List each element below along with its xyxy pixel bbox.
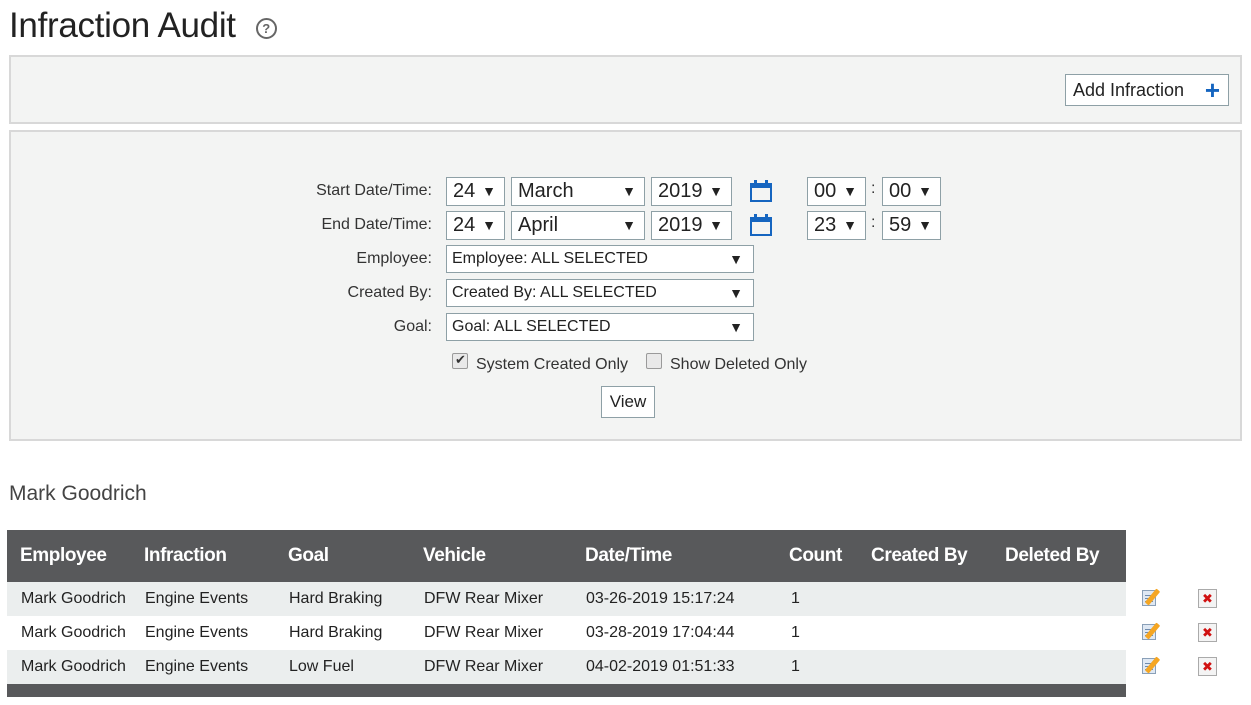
chevron-down-icon: ▼ <box>709 183 723 199</box>
cell-employee: Mark Goodrich <box>21 658 126 675</box>
employee-label: Employee: <box>356 250 432 267</box>
start-minute-value: 00 <box>889 180 912 202</box>
chevron-down-icon: ▼ <box>729 285 743 301</box>
time-separator: : <box>871 214 876 231</box>
cell-employee: Mark Goodrich <box>21 590 126 607</box>
goal-value: Goal: ALL SELECTED <box>452 318 611 335</box>
column-header[interactable]: Infraction <box>144 545 227 567</box>
created-by-value: Created By: ALL SELECTED <box>452 284 657 301</box>
cell-count: 1 <box>791 590 800 607</box>
goal-select[interactable]: Goal: ALL SELECTED ▼ <box>446 313 754 341</box>
cell-infraction: Engine Events <box>145 624 249 641</box>
end-calendar-icon[interactable] <box>750 214 772 236</box>
table-row: Mark Goodrich Engine Events Hard Braking… <box>7 616 1126 650</box>
edit-row-icon[interactable] <box>1142 656 1162 676</box>
table-row: Mark Goodrich Engine Events Hard Braking… <box>7 582 1126 616</box>
table-row: Mark Goodrich Engine Events Low Fuel DFW… <box>7 650 1126 684</box>
end-month-value: April <box>518 214 559 236</box>
start-calendar-icon[interactable] <box>750 180 772 202</box>
cell-datetime: 03-26-2019 15:17:24 <box>586 590 735 607</box>
chevron-down-icon: ▼ <box>729 251 743 267</box>
time-separator: : <box>871 180 876 197</box>
plus-icon: + <box>1204 75 1220 105</box>
start-hour-select[interactable]: 00 ▼ <box>807 177 866 206</box>
end-day-select[interactable]: 24 ▼ <box>446 211 505 240</box>
end-minute-select[interactable]: 59 ▼ <box>882 211 941 240</box>
start-datetime-label: Start Date/Time: <box>316 182 432 199</box>
cell-datetime: 03-28-2019 17:04:44 <box>586 624 735 641</box>
page-title: Infraction Audit <box>9 6 236 45</box>
column-header[interactable]: Count <box>789 545 842 567</box>
chevron-down-icon: ▼ <box>622 217 636 233</box>
cell-count: 1 <box>791 624 800 641</box>
cell-infraction: Engine Events <box>145 658 249 675</box>
employee-section-heading: Mark Goodrich <box>9 482 147 505</box>
start-day-value: 24 <box>453 180 476 202</box>
cell-goal: Low Fuel <box>289 658 354 675</box>
end-month-select[interactable]: April ▼ <box>511 211 645 240</box>
delete-row-icon[interactable]: ✖ <box>1198 657 1217 676</box>
start-minute-select[interactable]: 00 ▼ <box>882 177 941 206</box>
goal-label: Goal: <box>393 318 432 335</box>
system-created-only-checkbox[interactable] <box>452 352 468 369</box>
chevron-down-icon: ▼ <box>918 183 932 199</box>
toolbar-panel: Add Infraction + <box>9 55 1242 124</box>
delete-row-icon[interactable]: ✖ <box>1198 623 1217 642</box>
end-year-value: 2019 <box>658 214 703 236</box>
start-day-select[interactable]: 24 ▼ <box>446 177 505 206</box>
end-hour-select[interactable]: 23 ▼ <box>807 211 866 240</box>
infraction-table: Employee Infraction Goal Vehicle Date/Ti… <box>7 530 1126 697</box>
chevron-down-icon: ▼ <box>482 217 496 233</box>
column-header[interactable]: Vehicle <box>423 545 486 567</box>
show-deleted-only-label: Show Deleted Only <box>670 356 807 373</box>
start-year-value: 2019 <box>658 180 703 202</box>
chevron-down-icon: ▼ <box>918 217 932 233</box>
delete-row-icon[interactable]: ✖ <box>1198 589 1217 608</box>
employee-select[interactable]: Employee: ALL SELECTED ▼ <box>446 245 754 273</box>
end-day-value: 24 <box>453 214 476 236</box>
cell-vehicle: DFW Rear Mixer <box>424 624 544 641</box>
cell-vehicle: DFW Rear Mixer <box>424 590 544 607</box>
cell-datetime: 04-02-2019 01:51:33 <box>586 658 735 675</box>
cell-goal: Hard Braking <box>289 590 383 607</box>
view-button[interactable]: View <box>601 386 655 418</box>
start-month-select[interactable]: March ▼ <box>511 177 645 206</box>
start-month-value: March <box>518 180 574 202</box>
title-row: Infraction Audit ? <box>9 4 277 48</box>
end-hour-value: 23 <box>814 214 837 236</box>
column-header[interactable]: Created By <box>871 545 968 567</box>
created-by-label: Created By: <box>347 284 432 301</box>
chevron-down-icon: ▼ <box>843 217 857 233</box>
column-header[interactable]: Goal <box>288 545 329 567</box>
chevron-down-icon: ▼ <box>622 183 636 199</box>
chevron-down-icon: ▼ <box>482 183 496 199</box>
column-header[interactable]: Employee <box>20 545 107 567</box>
add-infraction-button[interactable]: Add Infraction + <box>1065 74 1229 106</box>
table-footer <box>7 684 1126 697</box>
cell-infraction: Engine Events <box>145 590 249 607</box>
chevron-down-icon: ▼ <box>709 217 723 233</box>
column-header[interactable]: Date/Time <box>585 545 672 567</box>
end-year-select[interactable]: 2019 ▼ <box>651 211 732 240</box>
employee-value: Employee: ALL SELECTED <box>452 250 648 267</box>
column-header[interactable]: Deleted By <box>1005 545 1100 567</box>
chevron-down-icon: ▼ <box>843 183 857 199</box>
add-infraction-label: Add Infraction <box>1073 79 1185 100</box>
edit-row-icon[interactable] <box>1142 622 1162 642</box>
end-minute-value: 59 <box>889 214 912 236</box>
cell-employee: Mark Goodrich <box>21 624 126 641</box>
cell-goal: Hard Braking <box>289 624 383 641</box>
help-icon[interactable]: ? <box>255 17 277 39</box>
start-year-select[interactable]: 2019 ▼ <box>651 177 732 206</box>
show-deleted-only-checkbox[interactable] <box>646 353 662 369</box>
cell-count: 1 <box>791 658 800 675</box>
chevron-down-icon: ▼ <box>729 319 743 335</box>
system-created-only-label: System Created Only <box>476 356 629 373</box>
created-by-select[interactable]: Created By: ALL SELECTED ▼ <box>446 279 754 307</box>
cell-vehicle: DFW Rear Mixer <box>424 658 544 675</box>
start-hour-value: 00 <box>814 180 837 202</box>
edit-row-icon[interactable] <box>1142 588 1162 608</box>
table-header: Employee Infraction Goal Vehicle Date/Ti… <box>7 530 1126 582</box>
end-datetime-label: End Date/Time: <box>321 216 432 233</box>
